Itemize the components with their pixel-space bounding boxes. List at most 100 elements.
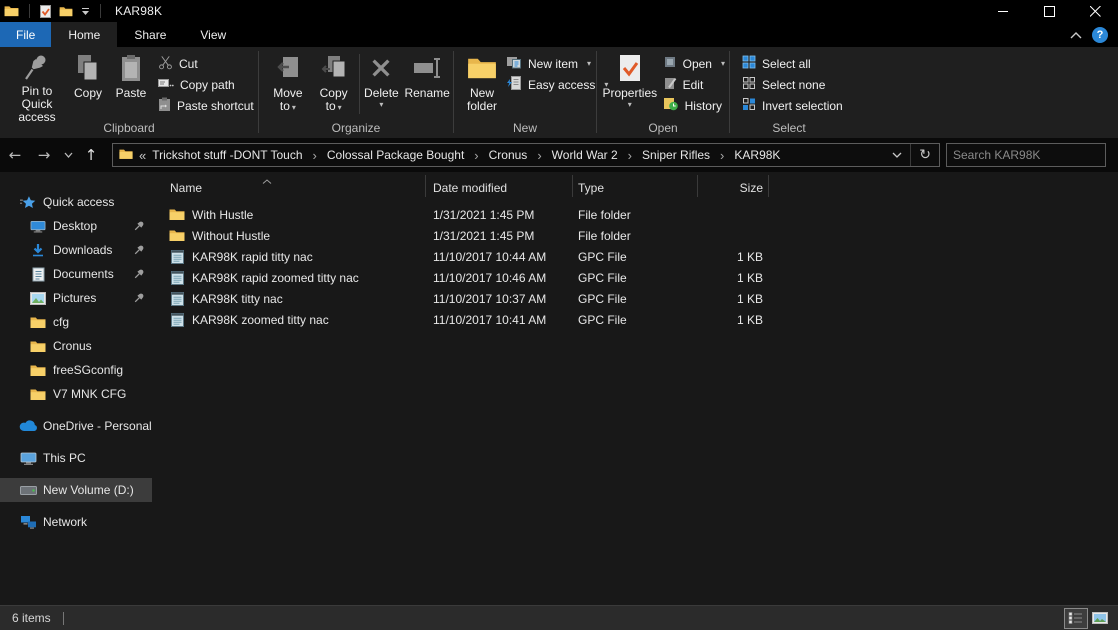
folder-icon — [169, 208, 185, 221]
pin-to-quick-access-button[interactable]: Pin to Quick access — [6, 50, 68, 124]
breadcrumb-separator-icon[interactable]: › — [474, 148, 478, 163]
file-row[interactable]: KAR98K rapid titty nac 11/10/2017 10:44 … — [152, 246, 1118, 267]
breadcrumb-segment[interactable]: World War 2 — [550, 148, 620, 162]
sidebar-item-pictures[interactable]: Pictures — [0, 286, 152, 310]
tab-home[interactable]: Home — [51, 22, 118, 47]
sidebar-item-cfg[interactable]: cfg — [0, 310, 152, 334]
collapse-ribbon-icon[interactable] — [1070, 28, 1082, 42]
cut-button[interactable]: Cut — [154, 53, 258, 74]
open-button[interactable]: Open ▾ — [659, 53, 729, 74]
window-title: KAR98K — [115, 4, 163, 18]
button-label: Edit — [682, 77, 704, 92]
recent-locations-icon[interactable] — [58, 142, 78, 168]
column-divider[interactable] — [425, 175, 426, 197]
breadcrumb-segment[interactable]: KAR98K — [732, 148, 782, 162]
invert-selection-button[interactable]: Invert selection — [738, 95, 847, 116]
file-row[interactable]: Without Hustle 1/31/2021 1:45 PM File fo… — [152, 225, 1118, 246]
sort-ascending-icon[interactable] — [262, 173, 272, 187]
breadcrumb-separator-icon[interactable]: › — [720, 148, 724, 163]
maximize-button[interactable] — [1026, 0, 1072, 22]
delete-button[interactable]: Delete ▾ — [362, 50, 402, 118]
select-none-button[interactable]: Select none — [738, 74, 847, 95]
file-row[interactable]: KAR98K zoomed titty nac 11/10/2017 10:41… — [152, 309, 1118, 330]
breadcrumb-separator-icon[interactable]: › — [628, 148, 632, 163]
column-divider[interactable] — [768, 175, 769, 197]
sidebar-item-desktop[interactable]: Desktop — [0, 214, 152, 238]
new-item-icon — [506, 55, 522, 72]
qat-customize-button[interactable] — [77, 0, 94, 22]
main-area: Quick access Desktop Downloads Documents… — [0, 172, 1118, 605]
minimize-button[interactable] — [980, 0, 1026, 22]
forward-button[interactable]: → — [30, 142, 58, 168]
large-icons-view-button[interactable] — [1088, 608, 1112, 629]
tab-view[interactable]: View — [183, 22, 243, 47]
refresh-icon[interactable]: ↻ — [910, 144, 939, 166]
column-header-size[interactable]: Size — [697, 181, 768, 195]
file-row[interactable]: KAR98K titty nac 11/10/2017 10:37 AM GPC… — [152, 288, 1118, 309]
sidebar-item-quick-access[interactable]: Quick access — [0, 190, 152, 214]
breadcrumb-collapse-icon[interactable]: « — [139, 148, 146, 163]
column-header-date-modified[interactable]: Date modified — [425, 181, 572, 195]
column-header-type[interactable]: Type — [572, 181, 697, 195]
sidebar-item-this-pc[interactable]: This PC — [0, 446, 152, 470]
breadcrumb-segment[interactable]: Cronus — [487, 148, 530, 162]
copy-to-button[interactable]: Copy to ▾ — [311, 50, 357, 118]
qat-properties-button[interactable] — [36, 0, 55, 22]
group-label-open: Open — [648, 121, 678, 135]
help-icon[interactable]: ? — [1092, 26, 1108, 43]
sidebar-item-freesgconfig[interactable]: freeSGconfig — [0, 358, 152, 382]
folder-icon — [169, 229, 185, 242]
window-controls — [980, 0, 1118, 22]
sidebar-item-downloads[interactable]: Downloads — [0, 238, 152, 262]
file-row[interactable]: KAR98K rapid zoomed titty nac 11/10/2017… — [152, 267, 1118, 288]
back-button[interactable]: ← — [0, 142, 30, 168]
breadcrumb-separator-icon[interactable]: › — [537, 148, 541, 163]
search-icon[interactable] — [1114, 149, 1118, 162]
file-list-pane: Name Date modified Type Size With Hustle… — [152, 172, 1118, 605]
sidebar-item-v7-mnk-cfg[interactable]: V7 MNK CFG — [0, 382, 152, 406]
move-to-button[interactable]: Move to ▾ — [265, 50, 311, 118]
select-all-button[interactable]: Select all — [738, 53, 847, 74]
column-header-name[interactable]: Name — [152, 181, 425, 195]
copy-path-button[interactable]: Copy path — [154, 74, 258, 95]
sidebar-item-documents[interactable]: Documents — [0, 262, 152, 286]
sidebar-item-new-volume-d[interactable]: New Volume (D:) — [0, 478, 152, 502]
paste-shortcut-button[interactable]: Paste shortcut — [154, 95, 258, 116]
edit-button[interactable]: Edit — [659, 74, 729, 95]
history-button[interactable]: History — [659, 95, 729, 116]
details-view-button[interactable] — [1064, 607, 1088, 629]
gpc-file-icon — [169, 270, 185, 285]
file-row[interactable]: With Hustle 1/31/2021 1:45 PM File folde… — [152, 204, 1118, 225]
status-bar: 6 items — [0, 605, 1118, 630]
up-button[interactable]: ↑ — [78, 142, 104, 168]
close-button[interactable] — [1072, 0, 1118, 22]
search-input[interactable] — [947, 148, 1114, 162]
tab-share[interactable]: Share — [117, 22, 183, 47]
easy-access-button[interactable]: Easy access ▾ — [502, 74, 612, 95]
sidebar-item-label: Downloads — [53, 243, 113, 257]
pictures-icon — [29, 291, 47, 305]
breadcrumb-segment[interactable]: Sniper Rifles — [640, 148, 712, 162]
breadcrumb-separator-icon[interactable]: › — [313, 148, 317, 163]
column-divider[interactable] — [572, 175, 573, 197]
breadcrumb-segment[interactable]: Trickshot stuff -DONT Touch — [150, 148, 304, 162]
dropdown-icon: ▾ — [379, 100, 384, 109]
new-item-button[interactable]: New item ▾ — [502, 53, 612, 74]
address-bar[interactable]: « Trickshot stuff -DONT Touch › Colossal… — [112, 143, 940, 167]
properties-button[interactable]: Properties ▾ — [601, 50, 659, 118]
new-folder-button[interactable]: New folder — [462, 50, 502, 118]
file-date: 1/31/2021 1:45 PM — [433, 207, 535, 222]
breadcrumb-segment[interactable]: Colossal Package Bought — [325, 148, 466, 162]
qat-new-folder-button[interactable] — [55, 0, 77, 22]
address-dropdown-icon[interactable] — [884, 144, 910, 166]
column-divider[interactable] — [697, 175, 698, 197]
rename-button[interactable]: Rename — [401, 50, 453, 118]
sidebar-item-label: Network — [43, 515, 88, 529]
sidebar-item-cronus[interactable]: Cronus — [0, 334, 152, 358]
dropdown-icon: ▾ — [337, 103, 342, 112]
sidebar-item-network[interactable]: Network — [0, 510, 152, 534]
paste-button[interactable]: Paste — [108, 50, 154, 118]
tab-file[interactable]: File — [0, 22, 52, 47]
copy-button[interactable]: Copy — [68, 50, 108, 118]
sidebar-item-onedrive[interactable]: OneDrive - Personal — [0, 414, 152, 438]
